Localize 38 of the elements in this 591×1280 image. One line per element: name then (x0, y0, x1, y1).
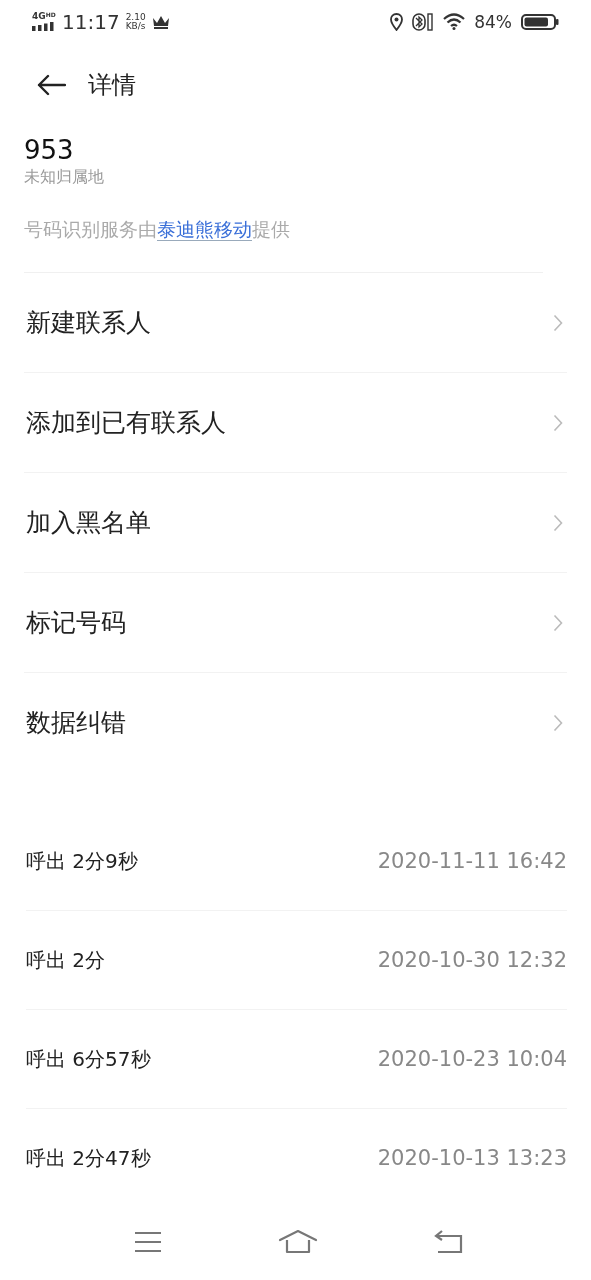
call-description: 呼出 2分9秒 (26, 847, 138, 875)
chevron-right-icon (553, 413, 563, 432)
call-time: 2020-10-30 12:32 (377, 948, 567, 973)
back-nav-icon[interactable] (433, 1229, 463, 1254)
back-button[interactable] (36, 73, 66, 96)
action-row[interactable]: 标记号码 (24, 573, 567, 674)
network-label: 4G$^{HD}$ (32, 12, 56, 22)
action-row[interactable]: 加入黑名单 (24, 473, 567, 574)
call-description: 呼出 6分57秒 (26, 1045, 151, 1073)
clock: 11:17 (62, 9, 120, 34)
speed-value: 2.10 (125, 12, 146, 22)
chevron-right-icon (553, 613, 563, 632)
action-row[interactable]: 新建联系人 (24, 273, 567, 374)
menu-icon[interactable] (134, 1230, 162, 1253)
speed-unit: KB/s (125, 21, 146, 31)
call-time: 2020-10-13 13:23 (377, 1146, 567, 1171)
wifi-icon (443, 13, 466, 31)
chevron-right-icon (553, 513, 563, 532)
location-pin-icon (390, 12, 404, 31)
number-location: 未知归属地 (24, 166, 105, 189)
call-description: 呼出 2分47秒 (26, 1144, 151, 1172)
action-row[interactable]: 数据纠错 (24, 673, 567, 773)
battery-percentage: 84% (474, 11, 512, 32)
crown-icon (151, 14, 170, 29)
chevron-right-icon (553, 313, 563, 332)
call-time: 2020-11-11 16:42 (377, 849, 567, 874)
provider-text: 号码识别服务由泰迪熊移动提供 (24, 216, 543, 274)
provider-link[interactable]: 泰迪熊移动 (157, 218, 252, 242)
home-icon[interactable] (277, 1229, 318, 1254)
chevron-right-icon (553, 713, 563, 732)
call-time: 2020-10-23 10:04 (377, 1047, 567, 1072)
battery-icon (521, 13, 559, 30)
signal-icon (32, 22, 56, 32)
action-row[interactable]: 添加到已有联系人 (24, 373, 567, 474)
page-title: 详情 (88, 69, 136, 101)
call-description: 呼出 2分 (26, 946, 106, 974)
bluetooth-icon (412, 12, 435, 31)
phone-number: 953 (24, 134, 75, 167)
